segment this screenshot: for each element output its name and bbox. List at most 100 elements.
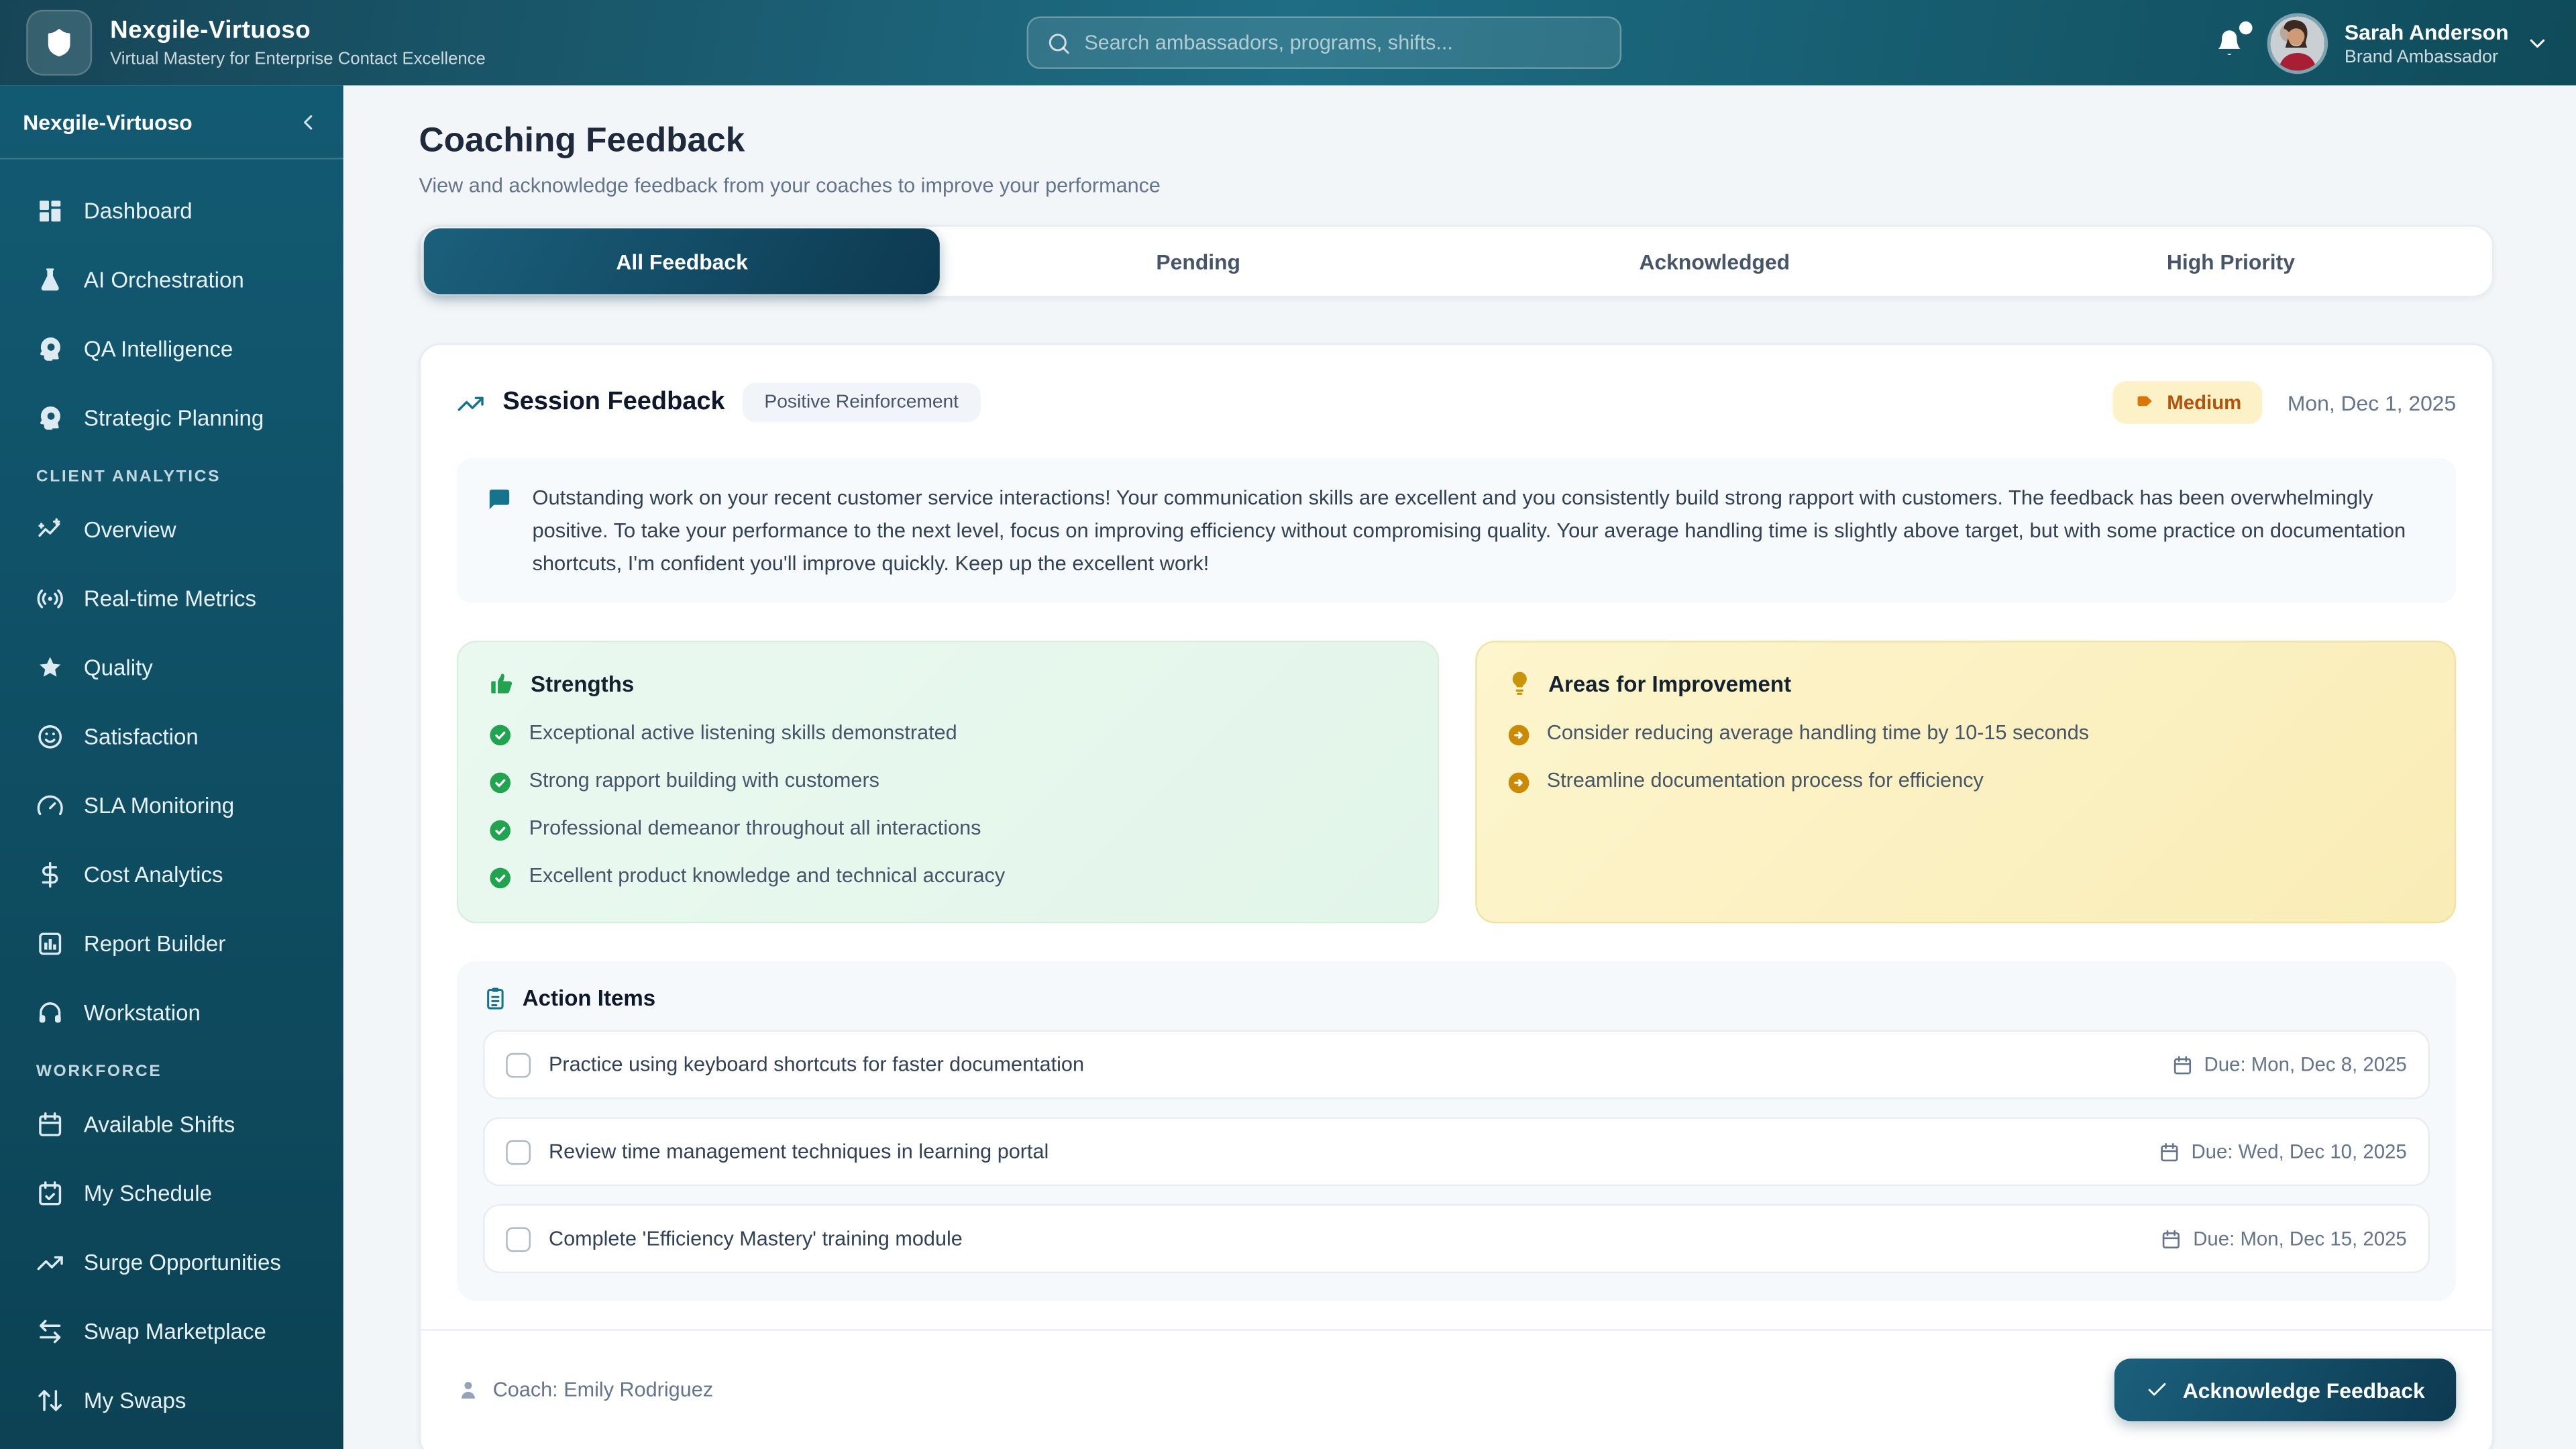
notifications-button[interactable] [2214, 28, 2244, 58]
action-label: Review time management techniques in lea… [549, 1141, 1049, 1164]
sidebar-nav: Dashboard AI Orchestration QA Intelligen… [0, 160, 343, 1432]
check-icon [2145, 1379, 2167, 1402]
sidebar-item-label: My Swaps [84, 1387, 186, 1412]
headphones-icon [36, 998, 64, 1026]
tab-high-priority[interactable]: High Priority [1973, 228, 2489, 294]
sidebar-item-quality[interactable]: Quality [19, 636, 323, 698]
tab-pending[interactable]: Pending [940, 228, 1456, 294]
sidebar-item-overview[interactable]: Overview [19, 498, 323, 560]
sidebar-section-workforce: WORKFORCE [19, 1050, 323, 1093]
sidebar-collapse-button[interactable] [296, 109, 321, 134]
action-label: Complete 'Efficiency Mastery' training m… [549, 1228, 963, 1250]
action-due: Due: Mon, Dec 15, 2025 [2160, 1228, 2407, 1250]
sidebar-item-qa-intelligence[interactable]: QA Intelligence [19, 317, 323, 380]
sidebar-item-label: Swap Marketplace [84, 1318, 266, 1343]
sidebar-item-my-schedule[interactable]: My Schedule [19, 1161, 323, 1224]
shield-logo-icon [43, 26, 76, 59]
chevron-left-icon [296, 109, 321, 134]
notification-dot [2239, 21, 2253, 35]
priority-badge: Medium [2112, 381, 2263, 424]
strengths-title: Strengths [531, 672, 634, 696]
sidebar-item-satisfaction[interactable]: Satisfaction [19, 705, 323, 767]
strength-item: Exceptional active listening skills demo… [488, 722, 1407, 748]
sidebar-item-ai-orchestration[interactable]: AI Orchestration [19, 248, 323, 311]
head-gear-icon [36, 403, 64, 431]
message-quote-icon [486, 486, 513, 513]
main-content: Coaching Feedback View and acknowledge f… [343, 85, 2576, 1449]
sidebar-item-label: Satisfaction [84, 724, 199, 749]
clipboard-icon [483, 986, 508, 1011]
dashboard-icon [36, 197, 64, 225]
feedback-tabs: All Feedback Pending Acknowledged High P… [419, 225, 2493, 298]
sidebar-item-swap-marketplace[interactable]: Swap Marketplace [19, 1299, 323, 1362]
sidebar-item-label: AI Orchestration [84, 267, 244, 292]
arrow-right-circle-icon [1505, 771, 1530, 796]
sidebar-item-label: Quality [84, 655, 153, 680]
sidebar-item-strategic-planning[interactable]: Strategic Planning [19, 386, 323, 449]
action-item-row: Practice using keyboard shortcuts for fa… [483, 1031, 2430, 1100]
sidebar-item-cost-analytics[interactable]: Cost Analytics [19, 843, 323, 905]
sidebar-item-label: Overview [84, 517, 176, 541]
action-checkbox[interactable] [506, 1053, 531, 1078]
radio-icon [36, 584, 64, 612]
improvement-item: Streamline documentation process for eff… [1505, 769, 2424, 796]
sidebar-item-my-swaps[interactable]: My Swaps [19, 1368, 323, 1431]
tab-acknowledged[interactable]: Acknowledged [1456, 228, 1973, 294]
strength-item: Professional demeanor throughout all int… [488, 817, 1407, 843]
sidebar-item-label: Cost Analytics [84, 861, 223, 886]
check-circle-icon [488, 867, 513, 892]
feedback-card-header: Session Feedback Positive Reinforcement … [457, 381, 2456, 424]
action-due: Due: Wed, Dec 10, 2025 [2158, 1141, 2406, 1164]
sidebar-item-surge-opportunities[interactable]: Surge Opportunities [19, 1230, 323, 1293]
search-input[interactable] [1084, 32, 1601, 54]
trending-up-icon [457, 388, 485, 417]
feedback-message: Outstanding work on your recent customer… [532, 482, 2426, 581]
improvement-item: Consider reducing average handling time … [1505, 722, 2424, 748]
app-root: Nexgile-Virtuoso Virtual Mastery for Ent… [0, 0, 2576, 1449]
arrow-right-circle-icon [1505, 724, 1530, 749]
feedback-footer: Coach: Emily Rodriguez Acknowledge Feedb… [421, 1330, 2492, 1421]
category-badge: Positive Reinforcement [743, 383, 980, 423]
search-icon [1046, 30, 1071, 55]
thumbs-up-icon [488, 671, 514, 697]
sidebar-item-sla-monitoring[interactable]: SLA Monitoring [19, 773, 323, 836]
lightbulb-icon [1505, 671, 1532, 697]
sidebar-item-realtime-metrics[interactable]: Real-time Metrics [19, 567, 323, 629]
tab-all-feedback[interactable]: All Feedback [424, 228, 941, 294]
trending-up-icon [36, 1248, 64, 1276]
sidebar-section-client-analytics: CLIENT ANALYTICS [19, 455, 323, 498]
global-search[interactable] [1027, 16, 1622, 68]
acknowledge-feedback-button[interactable]: Acknowledge Feedback [2114, 1359, 2456, 1421]
check-circle-icon [488, 819, 513, 844]
user-menu[interactable]: Sarah Anderson Brand Ambassador [2267, 12, 2550, 73]
calendar-icon [2160, 1229, 2182, 1250]
tag-icon [2134, 392, 2155, 413]
action-item-row: Review time management techniques in lea… [483, 1118, 2430, 1187]
feedback-card: Session Feedback Positive Reinforcement … [419, 343, 2493, 1449]
strength-item: Excellent product knowledge and technica… [488, 865, 1407, 891]
action-due: Due: Mon, Dec 8, 2025 [2171, 1054, 2407, 1077]
swap-icon [36, 1317, 64, 1345]
coach-name: Coach: Emily Rodriguez [493, 1379, 713, 1402]
spark-chart-icon [36, 515, 64, 543]
star-icon [36, 653, 64, 681]
sidebar-item-dashboard[interactable]: Dashboard [19, 179, 323, 241]
sidebar-item-report-builder[interactable]: Report Builder [19, 912, 323, 974]
action-items-panel: Action Items Practice using keyboard sho… [457, 962, 2456, 1302]
top-header: Nexgile-Virtuoso Virtual Mastery for Ent… [0, 0, 2576, 85]
feedback-message-panel: Outstanding work on your recent customer… [457, 458, 2456, 604]
sidebar-item-workstation[interactable]: Workstation [19, 981, 323, 1043]
app-logo [26, 10, 92, 76]
coach-info: Coach: Emily Rodriguez [457, 1379, 713, 1402]
strength-item: Strong rapport building with customers [488, 769, 1407, 796]
app-title: Nexgile-Virtuoso [110, 16, 486, 44]
user-icon [457, 1379, 480, 1402]
action-checkbox[interactable] [506, 1227, 531, 1252]
sidebar-item-available-shifts[interactable]: Available Shifts [19, 1093, 323, 1155]
smile-icon [36, 722, 64, 750]
chevron-down-icon [2525, 30, 2550, 55]
sidebar-item-label: Strategic Planning [84, 405, 264, 430]
bell-icon [2214, 28, 2244, 58]
action-checkbox[interactable] [506, 1140, 531, 1165]
bar-chart-icon [36, 929, 64, 957]
